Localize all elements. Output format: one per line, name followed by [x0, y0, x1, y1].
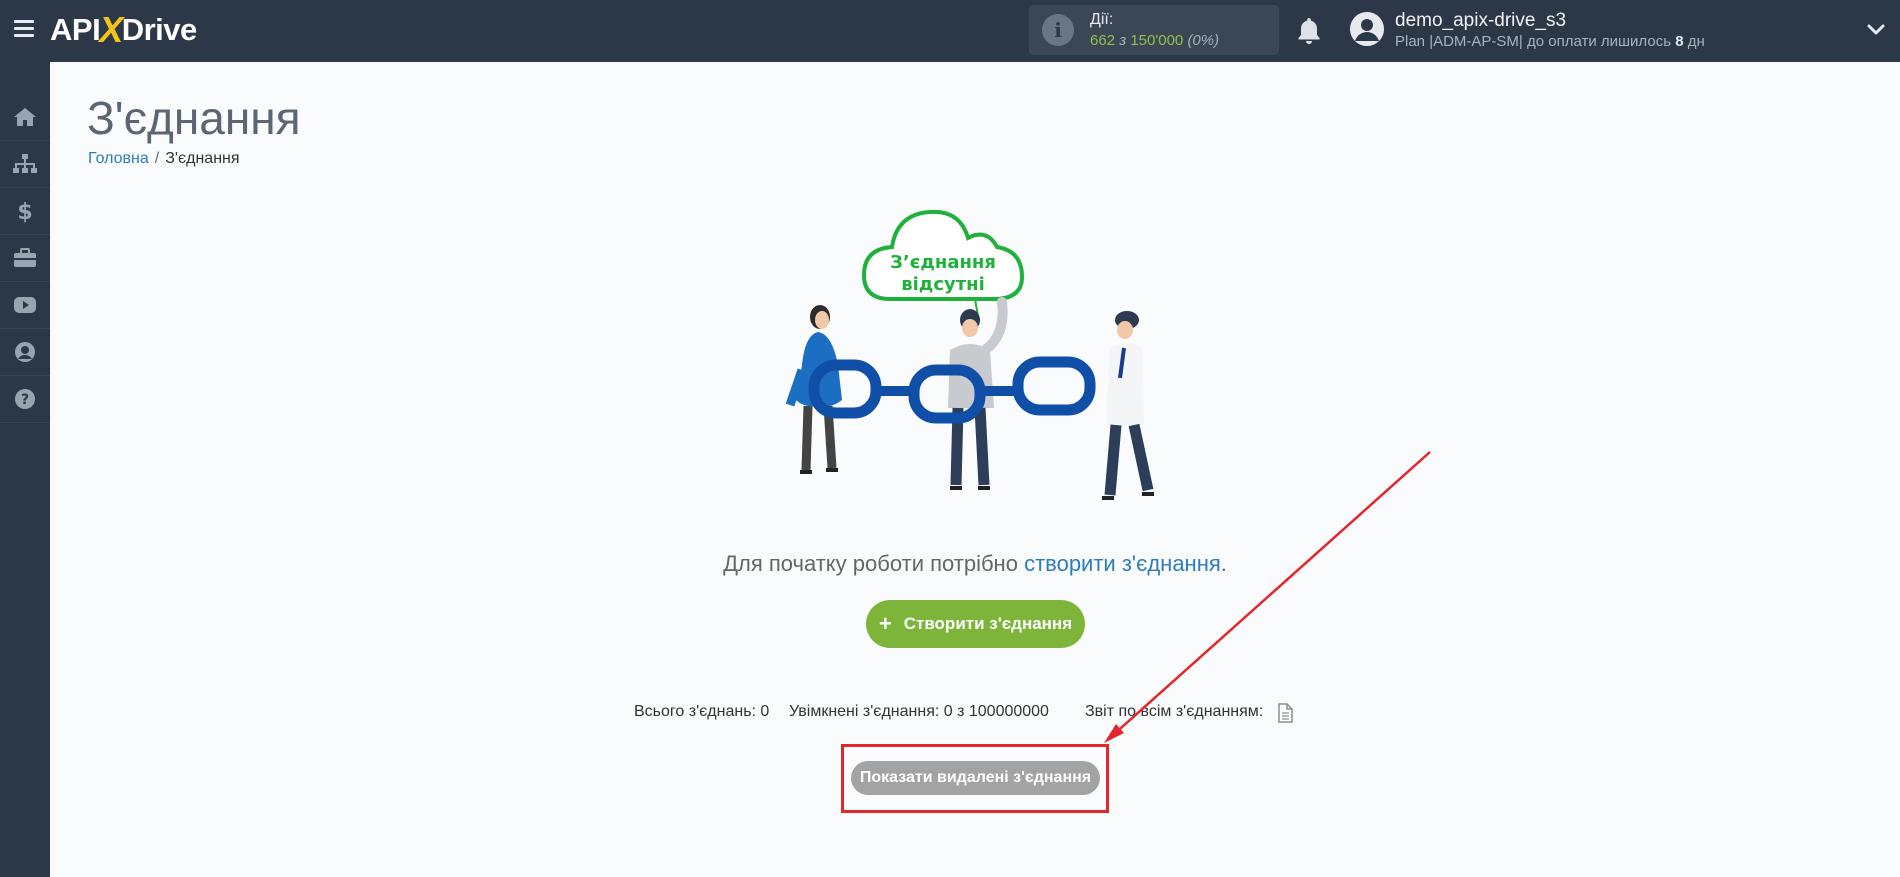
bell-icon[interactable] — [1296, 16, 1322, 44]
sidebar-item-billing[interactable]: $ — [0, 188, 50, 235]
breadcrumb-home[interactable]: Головна — [88, 150, 149, 167]
svg-text:?: ? — [21, 392, 29, 408]
breadcrumb-current: З'єднання — [165, 150, 240, 167]
sidebar-item-help[interactable]: ? — [0, 376, 50, 423]
home-icon — [14, 108, 36, 126]
days-left: 8 — [1675, 33, 1684, 50]
actions-used: 662 — [1090, 32, 1116, 49]
chevron-down-icon[interactable] — [1866, 20, 1886, 40]
sitemap-icon — [13, 154, 37, 173]
cloud-text-line2: відсутні — [901, 274, 985, 295]
create-connection-link[interactable]: створити з'єднання — [1024, 551, 1221, 576]
question-icon: ? — [15, 389, 35, 409]
top-bar: API X Drive i Дії: 662 з 150'000 (0%) demo… — [0, 0, 1900, 62]
page-title: З'єднання — [87, 92, 301, 144]
breadcrumb-separator: / — [154, 150, 160, 167]
plus-icon: + — [878, 611, 892, 636]
user-plan: Plan |ADM-AP-SM| до оплати лишилось 8 дн — [1395, 33, 1705, 50]
document-icon[interactable] — [1277, 703, 1293, 723]
stat-total: Всього з'єднань: 0 — [634, 703, 770, 720]
logo[interactable]: API X Drive — [50, 9, 198, 50]
sidebar-item-services[interactable] — [0, 235, 50, 282]
logo-text-x: X — [99, 9, 123, 50]
info-icon: i — [1042, 14, 1074, 46]
sidebar-item-connections[interactable] — [0, 141, 50, 188]
briefcase-icon — [14, 248, 36, 267]
actions-percent: (0%) — [1187, 32, 1220, 49]
breadcrumb: Головна / З'єднання — [88, 150, 240, 168]
empty-state-text: Для початку роботи потрібно створити з'є… — [0, 551, 1900, 577]
svg-text:$: $ — [17, 200, 32, 223]
show-deleted-connections-button[interactable]: Показати видалені з'єднання — [851, 761, 1100, 795]
logo-text-api: API — [50, 12, 101, 47]
no-connections-illustration: З’єднання відсутні — [785, 209, 1154, 500]
avatar[interactable] — [1350, 12, 1384, 46]
sidebar: $ ? — [0, 62, 50, 877]
stat-report-label: Звіт по всім з'єднанням: — [1085, 703, 1264, 720]
cloud-text-line1: З’єднання — [890, 252, 996, 273]
plan-text: Plan |ADM-AP-SM| до оплати лишилось — [1395, 33, 1676, 50]
days-unit: дн — [1683, 33, 1705, 50]
actions-value: 662 з 150'000 (0%) — [1090, 32, 1219, 49]
sidebar-item-home[interactable] — [0, 94, 50, 141]
lead-text: Для початку роботи потрібно — [723, 551, 1025, 576]
logo-text-drive: Drive — [121, 12, 198, 47]
create-connection-label: Створити з'єднання — [903, 614, 1073, 633]
menu-icon[interactable] — [14, 20, 34, 38]
create-connection-button[interactable]: + Створити з'єднання — [866, 600, 1085, 648]
youtube-icon — [14, 297, 36, 313]
dollar-icon: $ — [17, 200, 32, 223]
actions-separator: з — [1115, 32, 1131, 49]
person-right — [1102, 311, 1154, 500]
user-avatar-icon — [1350, 12, 1384, 46]
user-circle-icon — [15, 342, 35, 362]
sidebar-item-account[interactable] — [0, 329, 50, 376]
actions-total: 150'000 — [1130, 32, 1184, 49]
actions-counter: i Дії: 662 з 150'000 (0%) — [1029, 5, 1279, 55]
lead-end: . — [1220, 551, 1227, 576]
sidebar-item-video[interactable] — [0, 282, 50, 329]
stat-enabled: Увімкнені з'єднання: 0 з 100000000 — [789, 703, 1049, 720]
actions-label: Дії: — [1090, 11, 1114, 28]
user-name[interactable]: demo_apix-drive_s3 — [1395, 10, 1566, 32]
